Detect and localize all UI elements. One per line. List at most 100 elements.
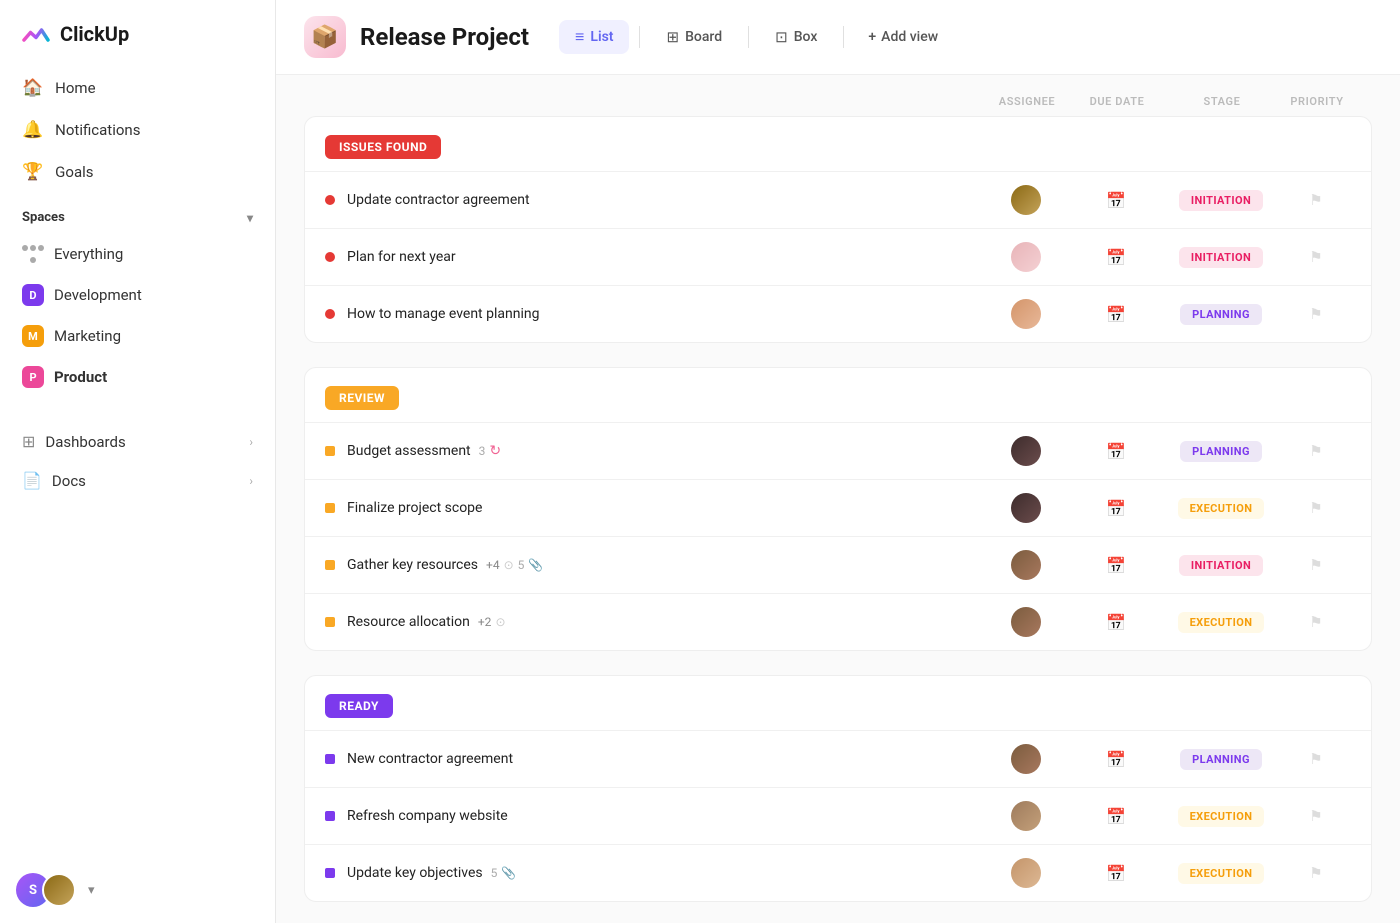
sidebar-item-goals-label: Goals: [55, 163, 93, 181]
section-header-review: REVIEW: [305, 368, 1371, 422]
bell-icon: 🔔: [22, 120, 43, 140]
avatar: [1011, 493, 1041, 523]
sidebar-item-notifications[interactable]: 🔔 Notifications: [8, 110, 267, 150]
sidebar-item-docs[interactable]: 📄 Docs ›: [8, 461, 267, 500]
task-dot-icon: [325, 309, 335, 319]
subtask-count: 3: [479, 444, 486, 458]
task-assignee: [981, 242, 1071, 272]
col-stage: STAGE: [1162, 95, 1282, 108]
tab-divider-3: [843, 26, 844, 48]
spaces-header: Spaces ▾: [0, 194, 275, 233]
stage-badge: PLANNING: [1180, 749, 1262, 770]
sidebar-item-product[interactable]: P Product: [8, 357, 267, 397]
task-due-date: 📅: [1071, 191, 1161, 210]
plus-count: +2: [478, 615, 492, 629]
link-icon: ⊙: [495, 615, 505, 629]
stage-badge: EXECUTION: [1178, 863, 1265, 884]
sidebar-item-development[interactable]: D Development: [8, 275, 267, 315]
task-name: Budget assessment 3 ↻: [347, 443, 981, 459]
section-badge-issues-found: ISSUES FOUND: [325, 135, 441, 159]
task-stage: INITIATION: [1161, 247, 1281, 268]
content-area: ASSIGNEE DUE DATE STAGE PRIORITY ISSUES …: [276, 75, 1400, 923]
table-row[interactable]: Refresh company website 📅 EXECUTION ⚑: [305, 787, 1371, 844]
dashboards-label: Dashboards: [45, 433, 125, 451]
task-dot-icon: [325, 754, 335, 764]
view-tabs: ≡ List ⊞ Board ⊡ Box + Add view: [559, 20, 952, 54]
sidebar-item-home[interactable]: 🏠 Home: [8, 68, 267, 108]
task-name: Update key objectives 5 📎: [347, 865, 981, 881]
dashboards-chevron-icon: ›: [249, 435, 253, 449]
task-assignee: [981, 858, 1071, 888]
space-product-icon: P: [22, 366, 44, 388]
table-row[interactable]: Resource allocation +2 ⊙ 📅 EXECUTION ⚑: [305, 593, 1371, 650]
footer-chevron-icon[interactable]: ▾: [88, 883, 95, 898]
col-priority: PRIORITY: [1282, 95, 1352, 108]
project-title: Release Project: [360, 23, 529, 51]
paperclip-icon: 📎: [501, 866, 516, 880]
task-name: Refresh company website: [347, 808, 981, 824]
table-row[interactable]: Plan for next year 📅 INITIATION ⚑: [305, 228, 1371, 285]
home-icon: 🏠: [22, 78, 43, 98]
avatar: [1011, 436, 1041, 466]
stage-badge: INITIATION: [1179, 555, 1263, 576]
tab-box[interactable]: ⊡ Box: [759, 21, 833, 53]
calendar-icon: 📅: [1106, 864, 1126, 883]
task-priority: ⚑: [1281, 864, 1351, 882]
logo: ClickUp: [0, 0, 275, 68]
task-stage: EXECUTION: [1161, 806, 1281, 827]
sidebar-footer: S ▾: [0, 857, 275, 923]
refresh-icon: ↻: [489, 443, 501, 459]
task-due-date: 📅: [1071, 750, 1161, 769]
table-row[interactable]: New contractor agreement 📅 PLANNING ⚑: [305, 730, 1371, 787]
space-development-label: Development: [54, 286, 142, 304]
task-dot-icon: [325, 195, 335, 205]
docs-chevron-icon: ›: [249, 474, 253, 488]
table-row[interactable]: Gather key resources +4 ⊙ 5 📎 📅 INITIATI…: [305, 536, 1371, 593]
task-name-text: Update key objectives: [347, 865, 483, 881]
sidebar-item-goals[interactable]: 🏆 Goals: [8, 152, 267, 192]
table-row[interactable]: Budget assessment 3 ↻ 📅 PLANNING ⚑: [305, 422, 1371, 479]
task-meta: 3 ↻: [479, 443, 501, 459]
task-priority: ⚑: [1281, 305, 1351, 323]
flag-icon: ⚑: [1309, 750, 1322, 768]
tab-list[interactable]: ≡ List: [559, 20, 629, 54]
table-row[interactable]: Finalize project scope 📅 EXECUTION ⚑: [305, 479, 1371, 536]
calendar-icon: 📅: [1106, 807, 1126, 826]
avatar: [1011, 242, 1041, 272]
sidebar-item-marketing[interactable]: M Marketing: [8, 316, 267, 356]
task-priority: ⚑: [1281, 613, 1351, 631]
task-meta: +4 ⊙ 5 📎: [486, 558, 543, 572]
task-due-date: 📅: [1071, 499, 1161, 518]
sidebar-item-home-label: Home: [55, 79, 95, 97]
task-priority: ⚑: [1281, 442, 1351, 460]
task-name-text: Budget assessment: [347, 443, 471, 459]
chevron-down-icon[interactable]: ▾: [247, 211, 253, 225]
column-headers: ASSIGNEE DUE DATE STAGE PRIORITY: [304, 95, 1372, 116]
box-tab-label: Box: [794, 29, 818, 45]
attachment-count: 5: [491, 866, 498, 880]
list-tab-icon: ≡: [575, 27, 584, 47]
stage-badge: PLANNING: [1180, 441, 1262, 462]
task-meta: 5 📎: [491, 866, 517, 880]
task-name: Gather key resources +4 ⊙ 5 📎: [347, 557, 981, 573]
tab-board[interactable]: ⊞ Board: [650, 21, 738, 53]
sidebar-item-everything[interactable]: Everything: [8, 234, 267, 274]
task-stage: EXECUTION: [1161, 612, 1281, 633]
table-row[interactable]: Update contractor agreement 📅 INITIATION…: [305, 171, 1371, 228]
table-row[interactable]: Update key objectives 5 📎 📅 EXECUTION ⚑: [305, 844, 1371, 901]
sidebar-item-dashboards[interactable]: ⊞ Dashboards ›: [8, 422, 267, 461]
task-priority: ⚑: [1281, 556, 1351, 574]
user-avatars: S: [16, 873, 76, 907]
task-dot-icon: [325, 868, 335, 878]
task-name-text: Finalize project scope: [347, 500, 482, 516]
table-row[interactable]: How to manage event planning 📅 PLANNING …: [305, 285, 1371, 342]
spaces-label: Spaces: [22, 210, 65, 225]
list-tab-label: List: [590, 29, 613, 45]
flag-icon: ⚑: [1309, 556, 1322, 574]
add-view-button[interactable]: + Add view: [854, 22, 952, 52]
flag-icon: ⚑: [1309, 807, 1322, 825]
flag-icon: ⚑: [1309, 305, 1322, 323]
section-badge-ready: READY: [325, 694, 393, 718]
task-due-date: 📅: [1071, 556, 1161, 575]
task-dot-icon: [325, 446, 335, 456]
